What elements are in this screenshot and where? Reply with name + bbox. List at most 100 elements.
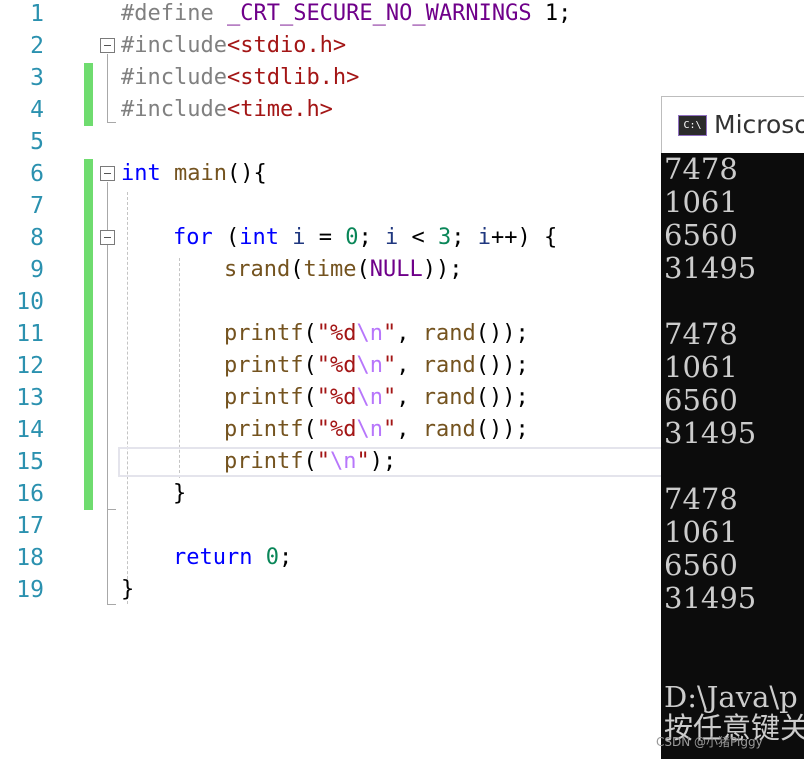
console-window[interactable]: C:\ Microso 7478 1061 6560 31495 7478 10…	[661, 96, 804, 759]
macro-name: _CRT_SECURE_NO_WARNINGS	[226, 1, 532, 26]
console-output-line: 7478	[664, 152, 738, 186]
line-number: 1	[30, 1, 44, 27]
collapse-toggle[interactable]	[100, 230, 115, 245]
console-output-line: 6560	[664, 548, 738, 582]
escape-sequence: \n	[356, 385, 383, 410]
line-number: 11	[16, 321, 44, 347]
change-marker	[84, 159, 93, 510]
code-line[interactable]: return 0;	[173, 542, 292, 574]
console-path-line: D:\Java\p	[664, 680, 798, 714]
macro-name: NULL	[369, 257, 423, 282]
string-literal: "%d	[316, 417, 357, 442]
code-line[interactable]: srand(time(NULL));	[224, 254, 462, 286]
code-text: }	[173, 481, 187, 506]
string-literal: "%d	[316, 321, 357, 346]
console-titlebar[interactable]: C:\ Microso	[661, 96, 804, 153]
preprocessor-directive: #include	[121, 65, 227, 90]
number-literal: 0	[265, 545, 279, 570]
variable: i	[279, 225, 306, 250]
code-text: ());	[475, 353, 529, 378]
number-literal: 3	[438, 225, 452, 250]
indent-guide	[179, 258, 180, 478]
function-name: srand	[224, 257, 291, 282]
keyword: int	[239, 225, 279, 250]
console-output-line: 7478	[664, 317, 738, 351]
console-output-line: 31495	[664, 251, 757, 285]
code-line[interactable]: printf("\n");	[224, 446, 396, 478]
code-text: ;	[278, 545, 293, 570]
line-number: 5	[30, 129, 44, 155]
code-text: <	[398, 225, 438, 250]
preprocessor-directive: #include	[121, 97, 227, 122]
current-line-highlight	[118, 447, 678, 477]
line-number: 2	[30, 33, 44, 59]
code-line[interactable]: #define _CRT_SECURE_NO_WARNINGS 1;	[121, 0, 571, 30]
code-text: (	[212, 225, 240, 250]
code-line[interactable]: for (int i = 0; i < 3; i++) {	[173, 222, 557, 254]
string-literal: "	[316, 449, 330, 474]
function-name: printf	[224, 321, 304, 346]
string-literal: "	[382, 321, 397, 346]
console-title: Microso	[714, 110, 804, 139]
include-header: <stdio.h>	[226, 33, 347, 58]
keyword: for	[173, 225, 213, 250]
code-text: (){	[226, 161, 267, 186]
string-literal: "	[356, 449, 370, 474]
escape-sequence: \n	[356, 321, 383, 346]
code-line[interactable]: #include<stdlib.h>	[121, 62, 359, 94]
code-line[interactable]: }	[173, 478, 186, 510]
code-line[interactable]: #include<time.h>	[121, 94, 333, 126]
function-name: printf	[224, 417, 304, 442]
escape-sequence: \n	[356, 353, 383, 378]
code-line[interactable]: #include<stdio.h>	[121, 30, 346, 62]
collapse-toggle[interactable]	[100, 38, 115, 53]
code-text: );	[369, 449, 397, 474]
console-output-line: 1061	[664, 185, 738, 219]
indent-guide	[127, 192, 128, 604]
function-name: printf	[224, 449, 304, 474]
code-line[interactable]: printf("%d\n", rand());	[224, 414, 529, 446]
code-line[interactable]: int main(){	[121, 158, 267, 190]
outline-line	[107, 182, 108, 604]
change-marker	[84, 63, 93, 126]
code-text: ,	[396, 385, 423, 410]
function-name: rand	[422, 385, 476, 410]
line-number: 14	[16, 417, 44, 443]
console-output-line: 7478	[664, 482, 738, 516]
code-text: =	[305, 225, 346, 250]
preprocessor-directive: #define	[121, 1, 227, 26]
string-literal: "%d	[316, 353, 357, 378]
console-output-line: 31495	[664, 416, 757, 450]
line-number: 19	[16, 577, 44, 603]
code-text: ++) {	[491, 225, 558, 250]
collapse-toggle[interactable]	[100, 166, 115, 181]
code-text: ,	[396, 417, 423, 442]
function-name: time	[303, 257, 357, 282]
string-literal: "	[382, 353, 397, 378]
escape-sequence: \n	[329, 449, 357, 474]
console-output-line: 6560	[664, 218, 738, 252]
keyword: int	[121, 161, 161, 186]
code-text: ());	[475, 417, 529, 442]
string-literal: "	[382, 417, 397, 442]
preprocessor-directive: #include	[121, 33, 227, 58]
function-name: printf	[224, 353, 304, 378]
code-line[interactable]: }	[121, 574, 134, 606]
code-text: (	[303, 385, 317, 410]
outline-line	[107, 122, 116, 123]
escape-sequence: \n	[356, 417, 383, 442]
code-line[interactable]: printf("%d\n", rand());	[224, 382, 529, 414]
variable: i	[477, 225, 491, 250]
console-output-line: 1061	[664, 350, 738, 384]
line-number: 4	[30, 97, 44, 123]
number-literal: 0	[345, 225, 359, 250]
console-icon: C:\	[678, 115, 707, 136]
code-line[interactable]: printf("%d\n", rand());	[224, 318, 529, 350]
code-text: ,	[396, 353, 423, 378]
include-header: <time.h>	[226, 97, 333, 122]
code-text: ;	[358, 225, 385, 250]
keyword: return	[173, 545, 253, 570]
line-number: 3	[30, 65, 44, 91]
code-line[interactable]: printf("%d\n", rand());	[224, 350, 529, 382]
code-text: (	[290, 257, 304, 282]
